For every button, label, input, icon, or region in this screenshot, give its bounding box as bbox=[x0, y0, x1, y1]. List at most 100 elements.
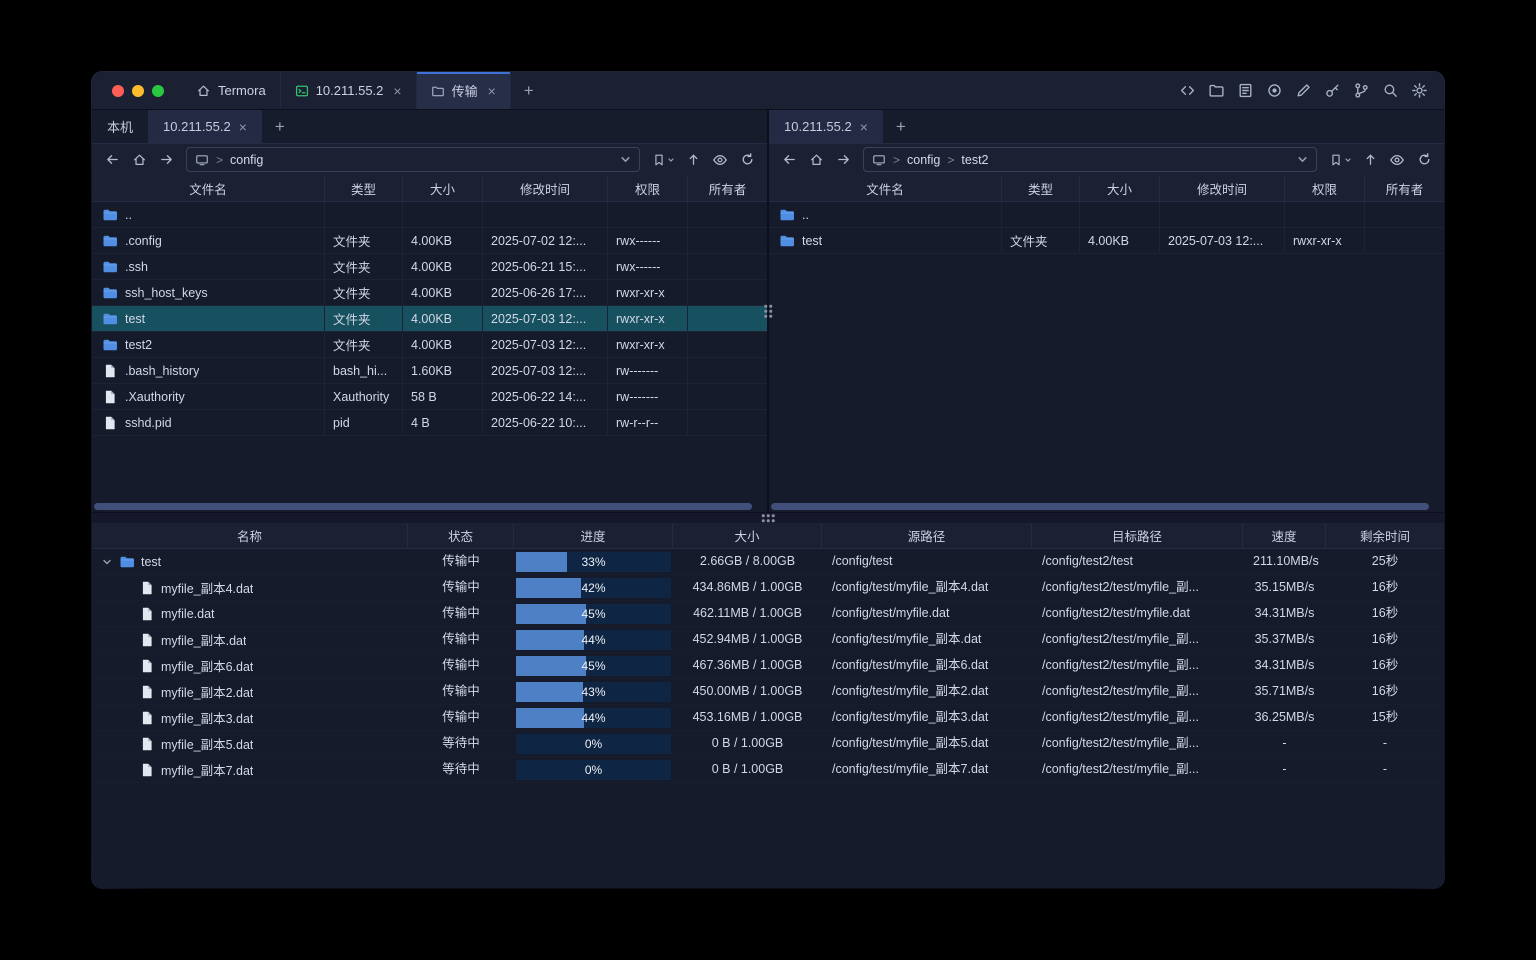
file-row[interactable]: .. bbox=[92, 202, 767, 228]
refresh-button[interactable] bbox=[735, 148, 759, 172]
transfer-target-path: /config/test2/test/myfile_副... bbox=[1032, 679, 1243, 704]
transfer-name: myfile.dat bbox=[161, 607, 215, 621]
path-breadcrumb[interactable]: > config bbox=[186, 147, 640, 172]
column-header-modified[interactable]: 修改时间 bbox=[483, 175, 608, 201]
transfer-row[interactable]: test 传输中 33% 2.66GB / 8.00GB /config/tes… bbox=[92, 549, 1444, 575]
file-row[interactable]: sshd.pid pid 4 B 2025-06-22 10:... rw-r-… bbox=[92, 410, 767, 436]
transfer-row[interactable]: myfile_副本2.dat 传输中 43% 450.00MB / 1.00GB… bbox=[92, 679, 1444, 705]
tab-label: 传输 bbox=[452, 81, 478, 100]
transfer-split-handle[interactable] bbox=[92, 512, 1444, 523]
column-header-status[interactable]: 状态 bbox=[408, 523, 514, 548]
minimize-window-button[interactable] bbox=[132, 85, 144, 97]
search-icon[interactable] bbox=[1379, 80, 1401, 102]
column-header-permission[interactable]: 权限 bbox=[1285, 175, 1365, 201]
transfer-row[interactable]: myfile_副本6.dat 传输中 45% 467.36MB / 1.00GB… bbox=[92, 653, 1444, 679]
transfer-row[interactable]: myfile_副本3.dat 传输中 44% 453.16MB / 1.00GB… bbox=[92, 705, 1444, 731]
file-icon bbox=[102, 415, 118, 431]
column-header-owner[interactable]: 所有者 bbox=[1365, 175, 1444, 201]
close-pane-tab-icon[interactable]: × bbox=[860, 120, 868, 134]
close-tab-icon[interactable]: × bbox=[393, 84, 401, 98]
new-pane-tab-button[interactable]: + bbox=[883, 110, 919, 143]
zoom-window-button[interactable] bbox=[152, 85, 164, 97]
file-row[interactable]: .ssh 文件夹 4.00KB 2025-06-21 15:... rwx---… bbox=[92, 254, 767, 280]
file-row[interactable]: test 文件夹 4.00KB 2025-07-03 12:... rwxr-x… bbox=[769, 228, 1444, 254]
file-row[interactable]: ssh_host_keys 文件夹 4.00KB 2025-06-26 17:.… bbox=[92, 280, 767, 306]
path-breadcrumb[interactable]: > config > test2 bbox=[863, 147, 1317, 172]
close-window-button[interactable] bbox=[112, 85, 124, 97]
transfer-row[interactable]: myfile_副本7.dat 等待中 0% 0 B / 1.00GB /conf… bbox=[92, 757, 1444, 783]
settings-icon[interactable] bbox=[1408, 80, 1430, 102]
column-header-filename[interactable]: 文件名 bbox=[769, 175, 1002, 201]
expand-chevron-icon[interactable] bbox=[100, 557, 113, 567]
column-header-modified[interactable]: 修改时间 bbox=[1160, 175, 1285, 201]
log-icon[interactable] bbox=[1234, 80, 1256, 102]
column-header-size[interactable]: 大小 bbox=[673, 523, 822, 548]
refresh-button[interactable] bbox=[1412, 148, 1436, 172]
tab-transfer[interactable]: 传输 × bbox=[416, 72, 511, 109]
file-row[interactable]: .config 文件夹 4.00KB 2025-07-02 12:... rwx… bbox=[92, 228, 767, 254]
column-header-owner[interactable]: 所有者 bbox=[688, 175, 767, 201]
column-header-size[interactable]: 大小 bbox=[1080, 175, 1160, 201]
back-button[interactable] bbox=[777, 148, 801, 172]
file-row[interactable]: .Xauthority Xauthority 58 B 2025-06-22 1… bbox=[92, 384, 767, 410]
file-row[interactable]: .. bbox=[769, 202, 1444, 228]
column-header-size[interactable]: 大小 bbox=[403, 175, 483, 201]
progress-percent: 43% bbox=[516, 682, 671, 702]
column-header-progress[interactable]: 进度 bbox=[514, 523, 673, 548]
transfer-eta: 15秒 bbox=[1326, 705, 1444, 730]
back-button[interactable] bbox=[100, 148, 124, 172]
edit-icon[interactable] bbox=[1292, 80, 1314, 102]
transfer-row[interactable]: myfile_副本4.dat 传输中 42% 434.86MB / 1.00GB… bbox=[92, 575, 1444, 601]
column-header-target-path[interactable]: 目标路径 bbox=[1032, 523, 1243, 548]
code-icon[interactable] bbox=[1176, 80, 1198, 102]
branch-icon[interactable] bbox=[1350, 80, 1372, 102]
transfer-target-path: /config/test2/test/myfile_副... bbox=[1032, 575, 1243, 600]
column-header-filename[interactable]: 文件名 bbox=[92, 175, 325, 201]
parent-directory-button[interactable] bbox=[1358, 148, 1382, 172]
close-tab-icon[interactable]: × bbox=[488, 84, 496, 98]
breadcrumb-segment[interactable]: config bbox=[907, 153, 940, 167]
transfer-row[interactable]: myfile.dat 传输中 45% 462.11MB / 1.00GB /co… bbox=[92, 601, 1444, 627]
horizontal-scrollbar[interactable] bbox=[771, 503, 1436, 511]
show-hidden-files-button[interactable] bbox=[708, 148, 732, 172]
column-header-permission[interactable]: 权限 bbox=[608, 175, 688, 201]
file-row[interactable]: test2 文件夹 4.00KB 2025-07-03 12:... rwxr-… bbox=[92, 332, 767, 358]
breadcrumb-segment[interactable]: config bbox=[230, 153, 263, 167]
file-row[interactable]: .bash_history bash_hi... 1.60KB 2025-07-… bbox=[92, 358, 767, 384]
parent-directory-button[interactable] bbox=[681, 148, 705, 172]
horizontal-scrollbar[interactable] bbox=[94, 503, 759, 511]
file-row[interactable]: test 文件夹 4.00KB 2025-07-03 12:... rwxr-x… bbox=[92, 306, 767, 332]
column-header-eta[interactable]: 剩余时间 bbox=[1326, 523, 1444, 548]
forward-button[interactable] bbox=[154, 148, 178, 172]
chevron-down-icon[interactable] bbox=[620, 154, 631, 165]
new-window-tab-button[interactable]: + bbox=[511, 72, 547, 109]
column-header-name[interactable]: 名称 bbox=[92, 523, 408, 548]
pane-tab-local[interactable]: 本机 bbox=[92, 110, 148, 143]
pane-tab-session[interactable]: 10.211.55.2 × bbox=[148, 110, 262, 143]
file-owner bbox=[688, 358, 767, 383]
transfer-row[interactable]: myfile_副本.dat 传输中 44% 452.94MB / 1.00GB … bbox=[92, 627, 1444, 653]
folder-icon[interactable] bbox=[1205, 80, 1227, 102]
breadcrumb-segment[interactable]: test2 bbox=[961, 153, 988, 167]
tab-termora-home[interactable]: Termora bbox=[182, 72, 280, 109]
forward-button[interactable] bbox=[831, 148, 855, 172]
column-header-source-path[interactable]: 源路径 bbox=[822, 523, 1032, 548]
file-type: 文件夹 bbox=[325, 332, 403, 357]
pane-tab-session[interactable]: 10.211.55.2 × bbox=[769, 110, 883, 143]
show-hidden-files-button[interactable] bbox=[1385, 148, 1409, 172]
transfer-row[interactable]: myfile_副本5.dat 等待中 0% 0 B / 1.00GB /conf… bbox=[92, 731, 1444, 757]
tab-session-10-211-55-2[interactable]: 10.211.55.2 × bbox=[280, 72, 416, 109]
record-icon[interactable] bbox=[1263, 80, 1285, 102]
column-header-type[interactable]: 类型 bbox=[1002, 175, 1080, 201]
column-header-speed[interactable]: 速度 bbox=[1243, 523, 1326, 548]
bookmark-button[interactable] bbox=[648, 148, 678, 172]
home-button[interactable] bbox=[127, 148, 151, 172]
column-header-type[interactable]: 类型 bbox=[325, 175, 403, 201]
new-pane-tab-button[interactable]: + bbox=[262, 110, 298, 143]
home-button[interactable] bbox=[804, 148, 828, 172]
file-icon bbox=[139, 632, 155, 648]
close-pane-tab-icon[interactable]: × bbox=[239, 120, 247, 134]
key-icon[interactable] bbox=[1321, 80, 1343, 102]
bookmark-button[interactable] bbox=[1325, 148, 1355, 172]
chevron-down-icon[interactable] bbox=[1297, 154, 1308, 165]
